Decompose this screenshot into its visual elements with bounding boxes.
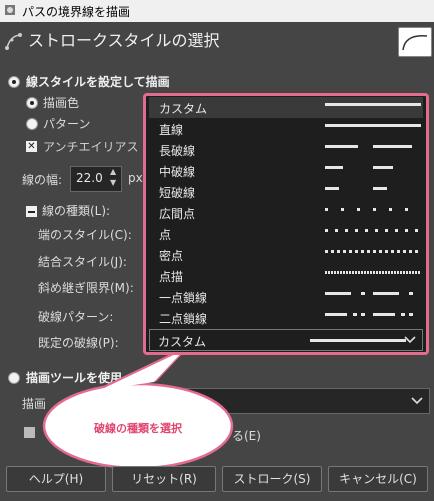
dash-option-solid[interactable]: 直線 xyxy=(149,118,423,139)
dash-option-label: カスタム xyxy=(159,102,208,116)
dash-pattern-preview xyxy=(325,187,387,190)
line-style-label: 線の種類(L): xyxy=(42,204,111,218)
dash-preset-current-preview xyxy=(310,339,406,342)
dash-pattern-preview xyxy=(325,250,418,253)
stroke-preview xyxy=(398,27,432,57)
dash-option-solid-custom[interactable]: カスタム xyxy=(149,97,423,118)
dash-preset-current: カスタム xyxy=(158,335,207,349)
spin-down-icon[interactable]: ▼ xyxy=(110,178,116,187)
dash-option-dense[interactable]: 密点 xyxy=(149,244,423,265)
dash-preset-combo[interactable]: カスタム xyxy=(149,329,423,351)
dialog-header-title: ストロークスタイルの選択 xyxy=(28,31,220,50)
stroke-path-icon xyxy=(5,33,22,50)
solid-color-label: 描画色 xyxy=(43,96,80,110)
chevron-down-icon xyxy=(411,397,423,405)
dash-option-short[interactable]: 短破線 xyxy=(149,181,423,202)
line-width-input[interactable]: 22.0 ▲ ▼ xyxy=(70,166,122,192)
dash-pattern-preview xyxy=(325,292,413,295)
dash-pattern-label: 破線パターン: xyxy=(38,310,114,324)
dash-option-sparse[interactable]: 広間点 xyxy=(149,202,423,223)
dash-option-dashdot[interactable]: 一点鎖線 xyxy=(149,286,423,307)
dash-option-label: 二点鎖線 xyxy=(159,312,208,326)
dash-option-label: 密点 xyxy=(159,249,184,263)
dash-option-label: 一点鎖線 xyxy=(159,291,208,305)
antialias-label: アンチエイリアス xyxy=(43,140,139,154)
stroke-line-label: 線スタイルを設定して描画 xyxy=(26,75,170,89)
line-width-value: 22.0 xyxy=(76,171,103,185)
dash-preset-dropdown[interactable]: カスタム 直線 長破線 中破線 短破線 広間点点密点 点描 一点鎖線 二点鎖線 カスタム xyxy=(143,93,429,355)
help-button[interactable]: ヘルプ(H) xyxy=(6,466,106,492)
reset-button[interactable]: リセット(R) xyxy=(112,466,216,492)
cap-style-label: 端のスタイル(C): xyxy=(38,228,132,242)
dash-pattern-preview xyxy=(325,229,418,232)
line-style-expander[interactable] xyxy=(26,206,37,217)
callout-text: 破線の種類を選択 xyxy=(94,422,182,435)
dash-option-label: 点 xyxy=(159,228,172,242)
dash-option-long[interactable]: 長破線 xyxy=(149,139,423,160)
callout-bubble xyxy=(42,346,234,470)
stroke-button[interactable]: ストローク(S) xyxy=(222,466,322,492)
window-title: パスの境界線を描画 xyxy=(22,5,131,19)
dash-option-label: 短破線 xyxy=(159,186,196,200)
stroke-line-radio[interactable] xyxy=(8,76,20,88)
join-style-label: 結合スタイル(J): xyxy=(38,255,127,269)
solid-color-radio[interactable] xyxy=(26,97,38,109)
antialias-checkbox[interactable]: ✕ xyxy=(26,141,37,152)
dash-pattern-preview xyxy=(325,166,393,169)
dash-option-dashdotdot[interactable]: 二点鎖線 xyxy=(149,307,423,328)
cancel-button[interactable]: キャンセル(C) xyxy=(328,466,428,492)
emulate-dynamics-checkbox[interactable] xyxy=(24,427,35,438)
pattern-radio[interactable] xyxy=(26,118,38,130)
dash-option-label: 直線 xyxy=(159,123,184,137)
dash-pattern-preview xyxy=(325,124,421,127)
spin-up-icon[interactable]: ▲ xyxy=(110,167,116,176)
dash-option-label: 中破線 xyxy=(159,165,196,179)
app-icon xyxy=(5,5,15,15)
dash-option-label: 点描 xyxy=(159,270,184,284)
window-titlebar: パスの境界線を描画 xyxy=(0,0,434,22)
miter-limit-label: 斜め継ぎ限界(M): xyxy=(38,281,134,295)
line-width-unit[interactable]: px xyxy=(128,171,143,185)
dash-pattern-preview xyxy=(325,103,421,106)
paint-tool-radio[interactable] xyxy=(8,372,20,384)
dash-option-label: 長破線 xyxy=(159,144,196,158)
dash-pattern-preview xyxy=(325,208,408,211)
chevron-down-icon xyxy=(404,336,416,344)
line-width-label: 線の幅: xyxy=(22,173,63,187)
stroke-preview-icon xyxy=(402,35,428,51)
dash-option-label: 広間点 xyxy=(159,207,196,221)
dash-option-normal[interactable]: 点 xyxy=(149,223,423,244)
dash-pattern-preview xyxy=(325,313,413,316)
dash-pattern-preview xyxy=(325,145,412,148)
dash-pattern-preview xyxy=(325,271,420,274)
pattern-label: パターン xyxy=(43,117,91,131)
dash-option-medium[interactable]: 中破線 xyxy=(149,160,423,181)
dash-option-stipples[interactable]: 点描 xyxy=(149,265,423,286)
